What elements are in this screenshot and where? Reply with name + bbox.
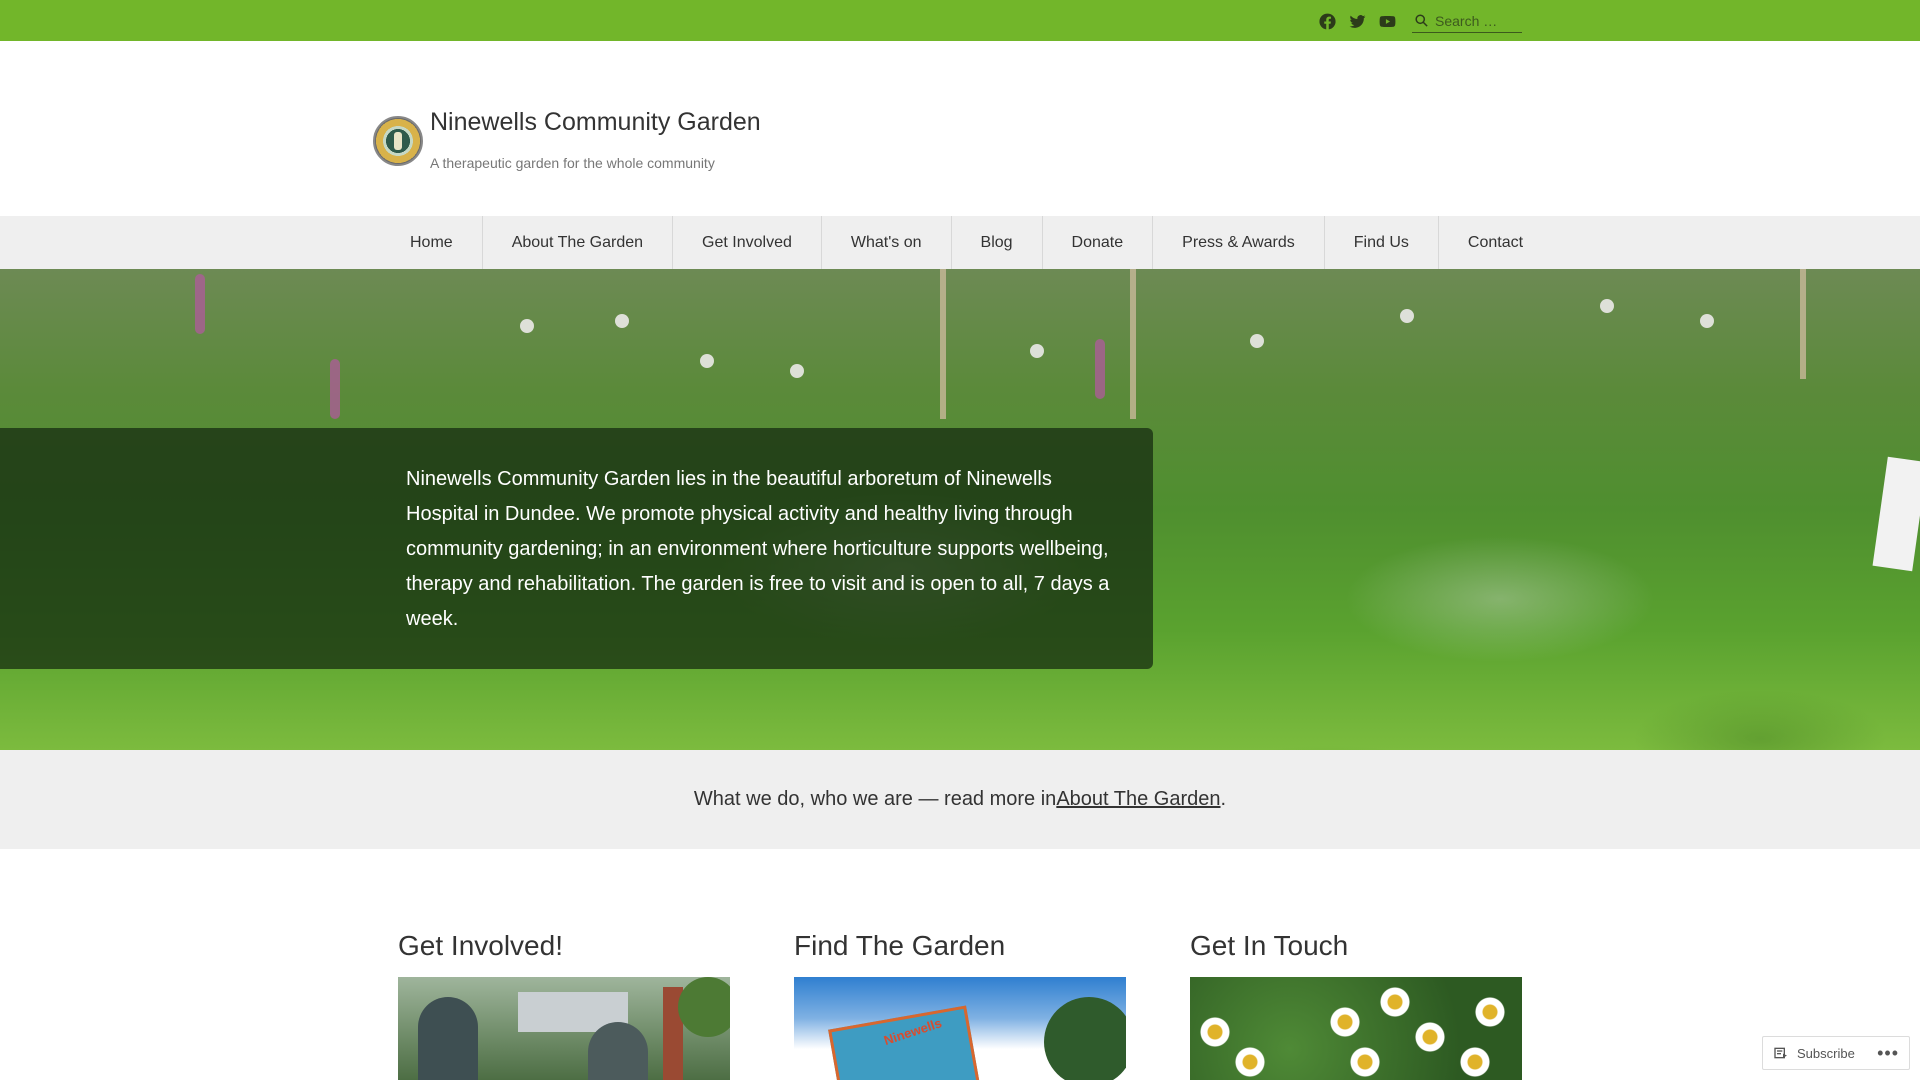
image-tree (1044, 997, 1126, 1080)
more-options-icon[interactable]: ••• (1877, 1043, 1899, 1064)
nav-item-donate[interactable]: Donate (1043, 216, 1154, 269)
card-image-find-garden[interactable]: Ninewells (794, 977, 1126, 1080)
hero-flower (1700, 314, 1714, 328)
intro-band: What we do, who we are — read more in Ab… (0, 750, 1920, 849)
hero-fence-post (1130, 269, 1136, 419)
hero-flower (615, 314, 629, 328)
mural-text: Ninewells (881, 1015, 944, 1049)
hero-flower (790, 364, 804, 378)
image-daisy (1200, 1017, 1230, 1047)
top-bar (0, 0, 1920, 41)
image-daisy (1460, 1047, 1490, 1077)
logo-emblem (394, 132, 402, 150)
image-daisy (1350, 1047, 1380, 1077)
image-person (418, 997, 478, 1080)
card-title-get-in-touch[interactable]: Get In Touch (1190, 930, 1348, 962)
image-daisy (1380, 987, 1410, 1017)
hero-flower (1030, 344, 1044, 358)
site-logo[interactable] (373, 116, 423, 166)
youtube-icon[interactable] (1376, 10, 1398, 32)
hero-foxglove (1095, 339, 1105, 399)
card-title-get-involved[interactable]: Get Involved! (398, 930, 563, 962)
nav-item-whats-on[interactable]: What's on (822, 216, 952, 269)
card-image-get-involved[interactable] (398, 977, 730, 1080)
image-daisy (1235, 1047, 1265, 1077)
hero-flower (700, 354, 714, 368)
hero-flower (1250, 334, 1264, 348)
search-input[interactable] (1435, 12, 1519, 29)
hero-fence-post (940, 269, 946, 419)
image-person (588, 1022, 648, 1080)
intro-text: What we do, who we are — read more in (693, 788, 1057, 810)
hero-flower (1600, 299, 1614, 313)
card-image-get-in-touch[interactable] (1190, 977, 1522, 1080)
hero-foxglove (195, 274, 205, 334)
hero-flower (1400, 309, 1414, 323)
hero-foxglove (330, 359, 340, 419)
nav-item-contact[interactable]: Contact (1439, 216, 1552, 269)
nav-item-about[interactable]: About The Garden (483, 216, 674, 269)
hero-flower (520, 319, 534, 333)
image-daisy (1415, 1022, 1445, 1052)
intro-text-end: . (1220, 788, 1227, 810)
hero-fence-post (1800, 269, 1806, 379)
nav-item-blog[interactable]: Blog (952, 216, 1043, 269)
site-tagline: A therapeutic garden for the whole commu… (430, 155, 715, 171)
search-icon[interactable] (1414, 13, 1429, 28)
site-title[interactable]: Ninewells Community Garden (430, 108, 761, 137)
main-nav: Home About The Garden Get Involved What'… (0, 216, 1920, 269)
subscribe-button[interactable]: Subscribe (1797, 1046, 1855, 1061)
card-title-find-garden[interactable]: Find The Garden (794, 930, 1005, 962)
nav-item-press[interactable]: Press & Awards (1153, 216, 1325, 269)
facebook-icon[interactable] (1316, 10, 1338, 32)
hero-plant-sign (1872, 456, 1920, 572)
subscribe-widget: Subscribe ••• (1762, 1036, 1910, 1070)
hero-text: Ninewells Community Garden lies in the b… (406, 468, 1110, 630)
image-daisy (1475, 997, 1505, 1027)
image-tree (678, 977, 730, 1037)
nav-item-home[interactable]: Home (381, 216, 483, 269)
about-garden-link[interactable]: About The Garden (1056, 788, 1220, 811)
hero-banner: Ninewells Community Garden lies in the b… (0, 269, 1920, 750)
image-mural: Ninewells (828, 1005, 980, 1080)
nav-item-find-us[interactable]: Find Us (1325, 216, 1439, 269)
reader-icon (1774, 1047, 1787, 1059)
twitter-icon[interactable] (1346, 10, 1368, 32)
nav-item-get-involved[interactable]: Get Involved (673, 216, 822, 269)
image-daisy (1330, 1007, 1360, 1037)
search-box (1412, 9, 1522, 33)
